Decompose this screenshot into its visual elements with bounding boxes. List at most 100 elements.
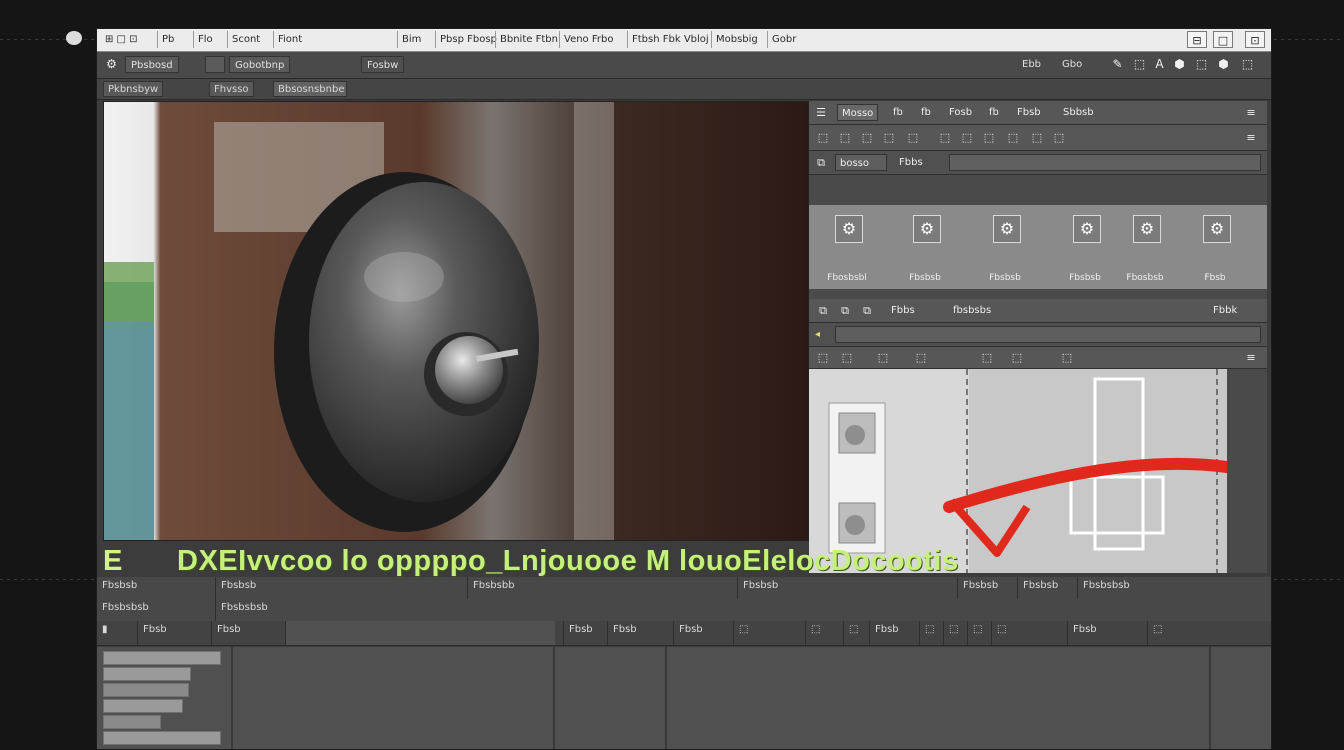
tool-icon[interactable]: ⬚ [905,130,921,146]
search-input[interactable] [949,154,1261,171]
menu-item[interactable]: Fiont [273,31,306,48]
tool-icon[interactable]: ⬚ [959,130,975,146]
playhead-control[interactable]: Fbsb [607,621,673,645]
toolbar-button-primary[interactable]: Pbsbosd [125,56,179,73]
tool-icon[interactable]: ⬚ [981,130,997,146]
panel-tab[interactable]: fb [917,104,935,121]
track-clip[interactable] [103,731,221,745]
track-cell[interactable]: Fbsbsb [737,577,827,599]
preview-options-icon[interactable]: ≡ [1243,350,1259,366]
transport-label[interactable]: Fbsb [563,621,607,645]
transport-icon[interactable]: ⬚ [967,621,991,645]
effect-thumbnail[interactable]: ⚙ Fbosbsb [1113,209,1177,285]
effect-thumbnail[interactable]: ⚙ Fbsbsb [1053,209,1117,285]
effect-thumbnail[interactable]: ⚙ Fbsb [1183,209,1247,285]
track-cell[interactable]: Fbsbsb [1017,577,1077,599]
subtool-button[interactable]: Fhvsso [209,81,254,97]
back-arrow-icon[interactable]: ◂ [811,326,824,343]
tool-icon[interactable]: ⬚ [881,130,897,146]
transport-label[interactable]: Fbsb [869,621,919,645]
zoom-control[interactable]: Fbsb [673,621,733,645]
track-clip[interactable] [103,667,191,681]
track-cell[interactable]: Fbsbsbsb [1077,577,1271,599]
settings-icon[interactable]: ⚙ [103,56,120,73]
properties-icon[interactable]: ⧉ [859,303,875,319]
timecode-field[interactable] [285,621,555,645]
menu-item[interactable]: Mobsbig [711,31,762,48]
effect-thumbnail[interactable]: ⚙ Fbsbsb [893,209,957,285]
transport-icons[interactable]: ▮ [97,621,137,645]
menu-item[interactable]: Pb [157,31,178,48]
transport-icon[interactable]: ⬚ [1147,621,1207,645]
preview-tool-icon[interactable]: ⬚ [913,350,929,366]
menu-item[interactable]: Scont [227,31,264,48]
tool-icon[interactable]: ⬚ [859,130,875,146]
preview-tool-icon[interactable]: ⬚ [815,350,831,366]
property-input[interactable] [835,326,1261,343]
transport-icon[interactable]: ⬚ [805,621,843,645]
tool-icon[interactable]: ⬚ [1051,130,1067,146]
filter-label[interactable]: Fbbs [895,154,927,171]
panel-menu-icon[interactable]: ☰ [813,105,829,121]
minimize-button[interactable]: ⊟ [1187,31,1207,48]
drag-handle[interactable] [66,31,82,45]
preview-tool-icon[interactable]: ⬚ [839,350,855,366]
menu-item[interactable]: Flo [193,31,217,48]
panel-tab[interactable]: Mosso [837,104,879,121]
transport-label[interactable]: Fbsb [137,621,211,645]
filter-icon[interactable]: ⧉ [813,155,829,171]
pencil-icon[interactable]: ✎ [1109,56,1126,73]
toolbar-edit-label[interactable]: Ebb [1017,56,1046,73]
track-clip[interactable] [103,715,161,729]
track-label[interactable]: Fbsbsbsb [97,599,215,621]
track-cell[interactable]: Fbsbsbb [467,577,537,599]
preview-tool-icon[interactable]: ⬚ [1059,350,1075,366]
transport-icon[interactable]: ⬚ [733,621,805,645]
panel-options-icon[interactable]: ≡ [1243,105,1259,121]
subtool-button[interactable]: Pkbnsbyw [103,81,164,97]
panel-tab[interactable]: Fosb [945,104,976,121]
toolbar-button-tertiary[interactable]: Fosbw [361,56,405,73]
maximize-button[interactable]: □ [1213,31,1233,48]
track-clip[interactable] [103,651,221,665]
properties-right-label[interactable]: Fbbk [1209,302,1241,319]
crop-icon[interactable]: ⬚ [1193,56,1210,73]
panel-expand-icon[interactable]: ≡ [1243,130,1259,146]
toolbar-button-secondary[interactable]: Gobotbnp [229,56,291,73]
menu-item[interactable]: Ftbsh Fbk Vbloj [627,31,713,48]
tool-icon[interactable]: ⬚ [937,130,953,146]
track-label[interactable]: Fbsbsb [97,577,215,599]
preview-tool-icon[interactable]: ⬚ [1009,350,1025,366]
frame-icon[interactable]: ⬚ [1131,56,1148,73]
menu-item[interactable]: Bim [397,31,425,48]
panel-tab[interactable]: Sbbsb [1059,104,1098,121]
transport-icon[interactable]: ⬚ [843,621,869,645]
subtool-field[interactable]: Bbsosnsbnbe [273,81,347,97]
menu-item[interactable]: Pbsp Fbosp [435,31,501,48]
menu-item[interactable]: Veno Frbo [559,31,617,48]
effect-thumbnail[interactable]: ⚙ Fbsbsb [973,209,1037,285]
filter-field[interactable]: bosso [835,154,887,171]
tool-icon[interactable]: ⬚ [1005,130,1021,146]
transport-icon[interactable]: ⬚ [991,621,1067,645]
export-icon[interactable]: ⬚ [1239,56,1256,73]
preview-tool-icon[interactable]: ⬚ [979,350,995,366]
close-button[interactable]: ⊡ [1245,31,1265,48]
properties-icon[interactable]: ⧉ [815,303,831,319]
shape-icon[interactable]: ⬢ [1171,56,1188,73]
track-clip[interactable] [103,683,189,697]
text-icon[interactable]: A [1151,56,1168,73]
properties-icon[interactable]: ⧉ [837,303,853,319]
layers-icon[interactable]: ⬢ [1215,56,1232,73]
menu-item[interactable]: Bbnite Ftbn [495,31,562,48]
toolbar-label[interactable]: Gbo [1057,56,1087,73]
track-label[interactable]: Fbsbsb [215,577,285,599]
transport-icon[interactable]: ⬚ [943,621,967,645]
panel-tab[interactable]: fb [985,104,1003,121]
effect-thumbnail[interactable]: ⚙ Fbosbsbl [815,209,879,285]
transport-icon[interactable]: ⬚ [919,621,943,645]
panel-tab[interactable]: fb [889,104,907,121]
toolbar-separator-button[interactable] [205,56,225,73]
timeline-area[interactable] [97,647,1271,749]
track-label[interactable]: Fbsbsbsb [215,599,325,621]
